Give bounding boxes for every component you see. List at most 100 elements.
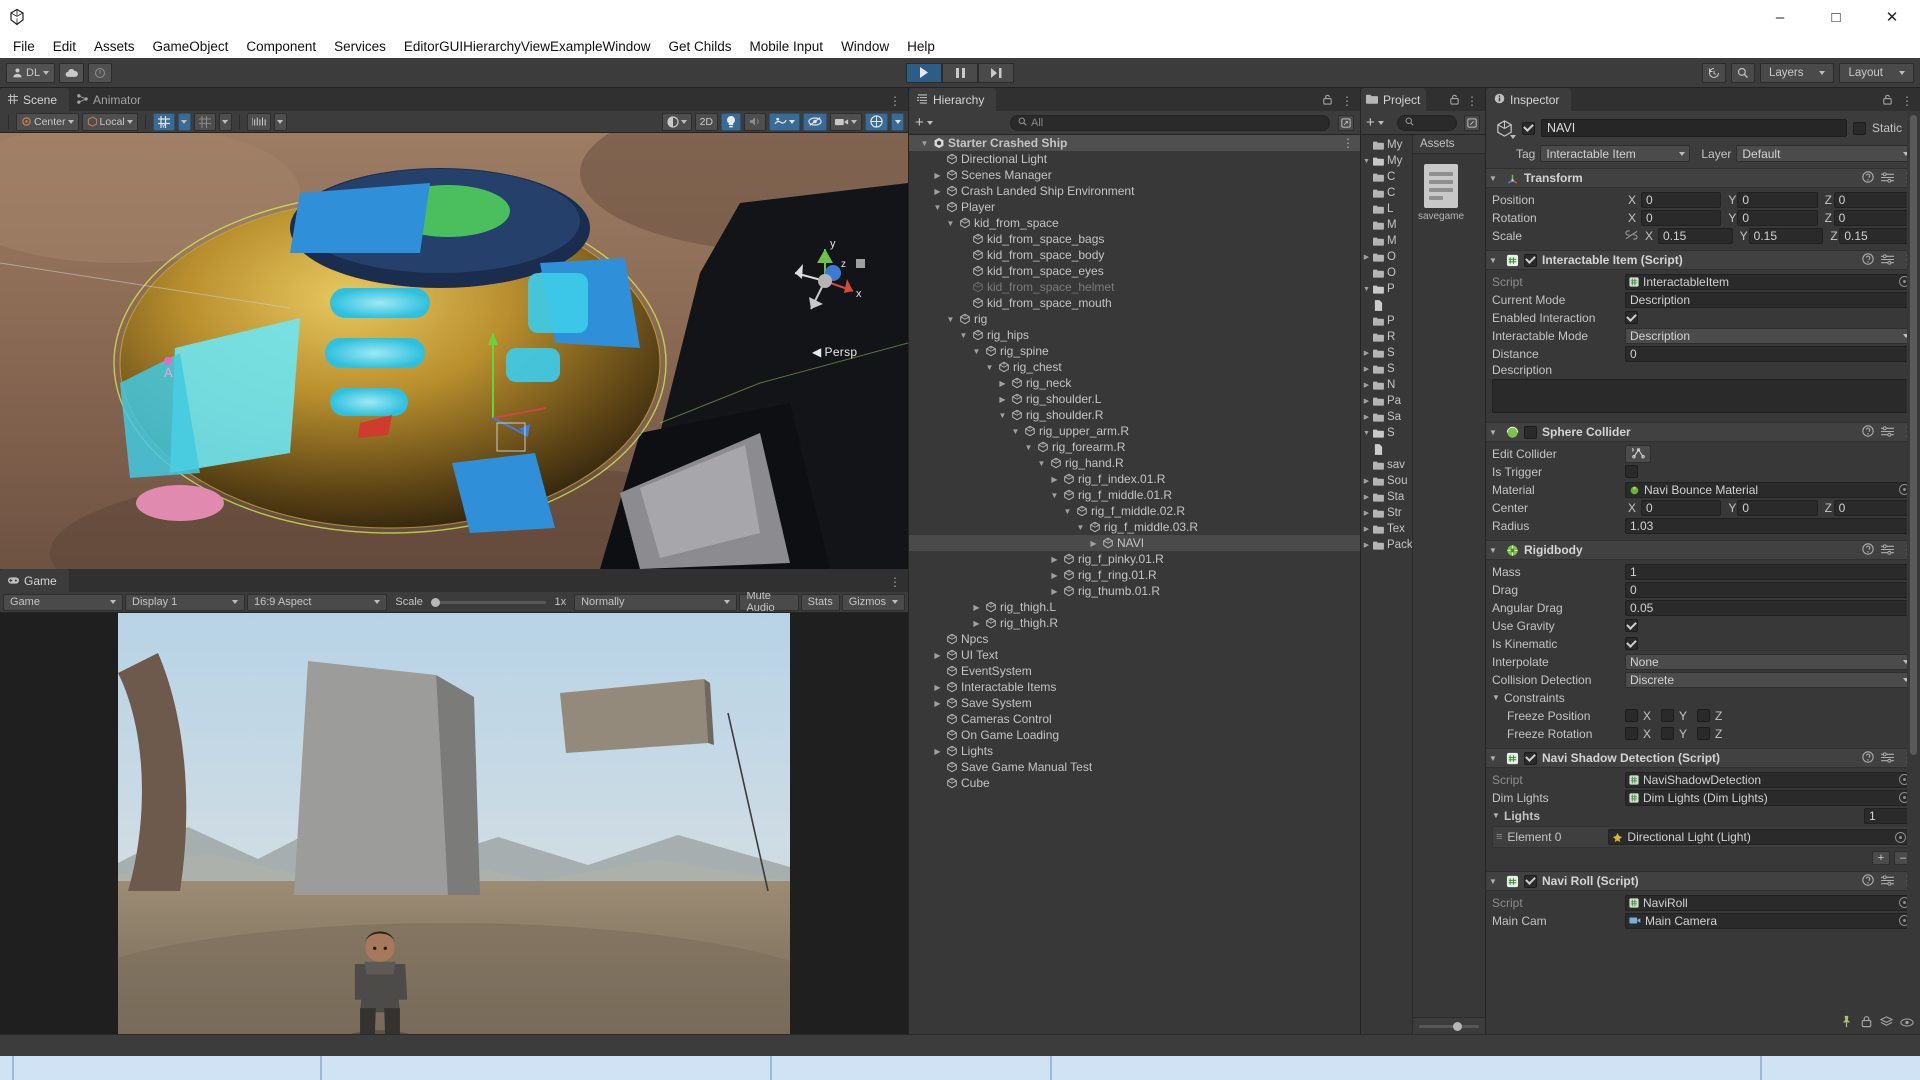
- toggle-checkbox[interactable]: [1625, 311, 1638, 324]
- hierarchy-item[interactable]: kid_from_space_mouth: [909, 295, 1360, 311]
- snap-increment-dropdown[interactable]: [218, 112, 232, 131]
- menu-item-editorguihierarchyviewexamplewindow[interactable]: EditorGUIHierarchyViewExampleWindow: [395, 36, 660, 57]
- gizmos-dropdown[interactable]: [891, 112, 904, 131]
- chevron-right-icon[interactable]: ▶: [1361, 509, 1372, 517]
- project-tree-item[interactable]: L: [1361, 201, 1412, 217]
- component-header[interactable]: ▼Navi Roll (Script) ⋮: [1486, 871, 1920, 891]
- chevron-right-icon[interactable]: ▶: [1361, 349, 1372, 357]
- project-tree-item[interactable]: ▶ Str: [1361, 505, 1412, 521]
- minimize-button[interactable]: –: [1752, 0, 1808, 34]
- snap-increment-button[interactable]: [193, 112, 216, 131]
- freeze-z-checkbox[interactable]: [1697, 709, 1711, 722]
- menu-item-window[interactable]: Window: [832, 36, 898, 57]
- history-icon[interactable]: [1701, 62, 1726, 83]
- project-tree-item[interactable]: ▶ Packa: [1361, 537, 1412, 553]
- chevron-down-icon[interactable]: ▼: [1009, 427, 1022, 436]
- project-search-input[interactable]: [1397, 114, 1457, 131]
- tab-scene[interactable]: Scene: [0, 88, 70, 111]
- hierarchy-item[interactable]: ▼ kid_from_space: [909, 215, 1360, 231]
- hierarchy-item[interactable]: Cube: [909, 775, 1360, 791]
- cloud-button[interactable]: [59, 62, 85, 83]
- hierarchy-row-menu-icon[interactable]: ⋮: [1342, 136, 1360, 150]
- array-add-button[interactable]: +: [1872, 851, 1890, 865]
- help-icon[interactable]: [1862, 542, 1874, 558]
- chevron-down-icon[interactable]: ▼: [1489, 877, 1501, 886]
- handle-space-button[interactable]: Local: [81, 112, 138, 131]
- tab-inspector[interactable]: Inspector: [1486, 88, 1572, 111]
- help-icon[interactable]: [1862, 424, 1874, 440]
- chevron-down-icon[interactable]: ▼: [918, 139, 931, 148]
- hierarchy-item[interactable]: ▼ Player: [909, 199, 1360, 215]
- game-viewport[interactable]: [0, 613, 908, 1034]
- scene-fx-toggle[interactable]: [769, 112, 800, 131]
- collab-button[interactable]: [88, 62, 113, 83]
- freeze-x-checkbox[interactable]: [1625, 709, 1638, 722]
- project-folder-tree[interactable]: My ▼ My C C L M M ▶ O O ▼ P P R ▶ S ▶ S ▶ N ▶ Pa ▶ Sa ▼ Ssav ▶ Sou ▶ S…: [1361, 135, 1413, 1034]
- game-target-dropdown[interactable]: Game: [3, 593, 123, 611]
- inspector-menu-icon[interactable]: ⋮: [1901, 94, 1913, 108]
- layout-dropdown[interactable]: Layout: [1839, 62, 1914, 83]
- hierarchy-item[interactable]: Save Game Manual Test: [909, 759, 1360, 775]
- hierarchy-item[interactable]: ▼ rig_hand.R: [909, 455, 1360, 471]
- text-input[interactable]: 0: [1625, 345, 1914, 362]
- chevron-down-icon[interactable]: ▼: [1361, 286, 1372, 293]
- chevron-right-icon[interactable]: ▶: [1048, 587, 1061, 596]
- chevron-down-icon[interactable]: ▼: [1061, 507, 1074, 516]
- chevron-right-icon[interactable]: ▶: [1361, 413, 1372, 421]
- mute-audio-button[interactable]: Mute Audio: [739, 590, 799, 614]
- component-header[interactable]: ▼Interactable Item (Script) ⋮: [1486, 250, 1920, 270]
- pivot-mode-button[interactable]: Center: [16, 112, 79, 131]
- toggle-checkbox[interactable]: [1625, 619, 1638, 632]
- project-tree-item[interactable]: sav: [1361, 457, 1412, 473]
- chevron-right-icon[interactable]: ▶: [1361, 541, 1372, 549]
- menu-item-help[interactable]: Help: [898, 36, 944, 57]
- chevron-down-icon[interactable]: ▼: [1489, 174, 1501, 183]
- text-input[interactable]: Description: [1625, 291, 1914, 308]
- inspector-body[interactable]: NAVI Static Tag Interactable Item Layer …: [1486, 111, 1920, 1034]
- hierarchy-menu-icon[interactable]: ⋮: [1341, 94, 1353, 108]
- chevron-down-icon[interactable]: ▼: [957, 331, 970, 340]
- scene-camera-button[interactable]: [830, 112, 862, 131]
- game-playmode-dropdown[interactable]: Normally: [574, 593, 738, 611]
- grid-snap-toggle[interactable]: y: [152, 112, 175, 131]
- chevron-down-icon[interactable]: ▼: [931, 203, 944, 212]
- project-tree-item[interactable]: M: [1361, 217, 1412, 233]
- pin-icon[interactable]: [1840, 1015, 1853, 1031]
- chevron-down-icon[interactable]: ▼: [983, 363, 996, 372]
- hierarchy-item[interactable]: ▼ Starter Crashed Ship ⋮: [909, 135, 1360, 151]
- chevron-right-icon[interactable]: ▶: [970, 619, 983, 628]
- chevron-down-icon[interactable]: ▼: [1492, 693, 1504, 702]
- twod-toggle[interactable]: 2D: [694, 112, 718, 131]
- project-tree-item[interactable]: ▶ Pa: [1361, 393, 1412, 409]
- z-input[interactable]: 0: [1833, 191, 1914, 208]
- hierarchy-item[interactable]: ▶ rig_thigh.L: [909, 599, 1360, 615]
- component-enabled-checkbox[interactable]: [1524, 874, 1537, 888]
- component-enabled-checkbox[interactable]: [1524, 425, 1537, 439]
- project-add-button[interactable]: +: [1366, 115, 1384, 130]
- hierarchy-expand-button[interactable]: [1338, 114, 1354, 131]
- hierarchy-item[interactable]: ▶ rig_neck: [909, 375, 1360, 391]
- chevron-right-icon[interactable]: ▶: [931, 747, 944, 756]
- freeze-x-checkbox[interactable]: [1625, 727, 1638, 740]
- chevron-right-icon[interactable]: ▶: [931, 187, 944, 196]
- lock-icon[interactable]: [1449, 94, 1460, 108]
- scene-viewport[interactable]: A y x z ◀ Persp: [0, 133, 908, 569]
- object-name-field[interactable]: NAVI: [1541, 119, 1847, 137]
- project-tree-item[interactable]: P: [1361, 313, 1412, 329]
- project-asset-grid[interactable]: savegame: [1413, 154, 1485, 1017]
- project-tree-item[interactable]: ▶ S: [1361, 361, 1412, 377]
- hierarchy-item[interactable]: EventSystem: [909, 663, 1360, 679]
- project-tree-item[interactable]: C: [1361, 169, 1412, 185]
- freeze-y-checkbox[interactable]: [1661, 727, 1675, 740]
- text-input[interactable]: 0.05: [1625, 599, 1914, 616]
- text-input[interactable]: 1.03: [1625, 517, 1914, 534]
- y-input[interactable]: 0.15: [1748, 227, 1824, 244]
- hierarchy-item[interactable]: ▶ rig_f_ring.01.R: [909, 567, 1360, 583]
- menu-item-get-childs[interactable]: Get Childs: [659, 36, 740, 57]
- hierarchy-item[interactable]: ▶ Scenes Manager: [909, 167, 1360, 183]
- freeze-y-checkbox[interactable]: [1661, 709, 1675, 722]
- hierarchy-tree[interactable]: ▼ Starter Crashed Ship ⋮ Directional Light ▶…: [909, 135, 1360, 1034]
- project-tree-item[interactable]: ▶ Sta: [1361, 489, 1412, 505]
- object-field[interactable]: Main Camera: [1625, 912, 1914, 929]
- project-tree-item[interactable]: ▶ Sou: [1361, 473, 1412, 489]
